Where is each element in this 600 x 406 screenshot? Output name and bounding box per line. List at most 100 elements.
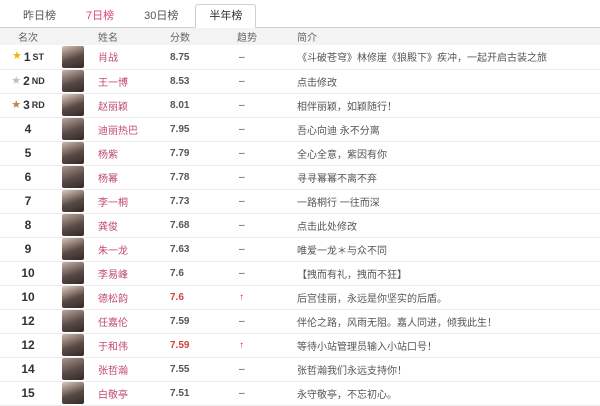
rank-cell: 15 [0, 381, 56, 405]
score-cell: 7.55 [170, 357, 237, 381]
star-name-link[interactable]: 王一博 [98, 78, 128, 89]
rank-cell: 12 [0, 309, 56, 333]
description-text: 点击此处修改 [297, 221, 357, 233]
rank-badge: 4 [25, 122, 32, 136]
score-cell: 7.73 [170, 189, 237, 213]
column-header-trend: 趋势 [237, 33, 257, 44]
star-name-link[interactable]: 德松韵 [98, 294, 128, 305]
trend-cell: – [237, 165, 297, 189]
avatar[interactable] [62, 94, 84, 116]
star-name-link[interactable]: 朱一龙 [98, 246, 128, 257]
rank-badge: 7 [25, 194, 32, 208]
star-name-link[interactable]: 杨幂 [98, 174, 118, 185]
table-row[interactable]: 12 任嘉伦 7.59 – 伴伦之路，风雨无阻。嘉人同进，倾我此生！ [0, 309, 600, 333]
desc-cell: 全心全意，紫因有你 [297, 141, 600, 165]
table-row[interactable]: 12 于和伟 7.59 ↑ 等待小站管理员输入小站口号！ [0, 333, 600, 357]
table-row[interactable]: 10 德松韵 7.6 ↑ 后宫佳丽，永远是你坚实的后盾。 [0, 285, 600, 309]
table-row[interactable]: 8 龚俊 7.68 – 点击此处修改 [0, 213, 600, 237]
avatar[interactable] [62, 262, 84, 284]
name-cell: 迪丽热巴 [98, 117, 170, 141]
table-row[interactable]: 7 李一桐 7.73 – 一路桐行 一往而深 [0, 189, 600, 213]
rank-badge: ★ 2 ND [11, 74, 45, 88]
trend-cell: – [237, 117, 297, 141]
score-value: 7.63 [170, 244, 190, 255]
avatar[interactable] [62, 382, 84, 404]
name-cell: 肖战 [98, 45, 170, 69]
avatar-cell [56, 69, 98, 93]
avatar[interactable] [62, 70, 84, 92]
avatar[interactable] [62, 334, 84, 356]
star-name-link[interactable]: 杨紫 [98, 150, 118, 161]
rank-badge: 5 [25, 146, 32, 160]
trend-flat-icon: – [239, 316, 245, 327]
table-row[interactable]: 15 白敬亭 7.51 – 永守敬亭，不忘初心。 [0, 381, 600, 405]
rank-number: 3 [23, 98, 30, 112]
star-name-link[interactable]: 李易峰 [98, 270, 128, 281]
tab-7-day[interactable]: 7日榜 [73, 5, 127, 27]
column-header-avatar [56, 28, 98, 45]
score-value: 7.6 [170, 268, 184, 279]
avatar[interactable] [62, 214, 84, 236]
table-row[interactable]: ★ 1 ST 肖战 8.75 – 《斗破苍穹》林修崖《狼殿下》疾冲，一起开启古装之旅 [0, 45, 600, 69]
trend-flat-icon: – [239, 124, 245, 135]
score-value: 7.59 [170, 316, 190, 327]
score-cell: 8.01 [170, 93, 237, 117]
table-row[interactable]: 4 迪丽热巴 7.95 – 吾心向迪 永不分离 [0, 117, 600, 141]
score-cell: 8.75 [170, 45, 237, 69]
avatar[interactable] [62, 45, 84, 68]
star-name-link[interactable]: 白敬亭 [98, 390, 128, 401]
desc-cell: 吾心向迪 永不分离 [297, 117, 600, 141]
table-row[interactable]: 6 杨幂 7.78 – 寻寻幂幂不离不弃 [0, 165, 600, 189]
tab-half-year[interactable]: 半年榜 [195, 4, 257, 28]
avatar[interactable] [62, 118, 84, 140]
desc-cell: 永守敬亭，不忘初心。 [297, 381, 600, 405]
table-row[interactable]: ★ 2 ND 王一博 8.53 – 点击修改 [0, 69, 600, 93]
description-text: 吾心向迪 永不分离 [297, 125, 380, 137]
name-cell: 朱一龙 [98, 237, 170, 261]
tab-yesterday[interactable]: 昨日榜 [10, 5, 69, 27]
avatar[interactable] [62, 238, 84, 260]
star-name-link[interactable]: 赵丽颖 [98, 102, 128, 113]
score-value: 7.55 [170, 364, 190, 375]
avatar-cell [56, 357, 98, 381]
star-name-link[interactable]: 于和伟 [98, 342, 128, 353]
trend-cell: – [237, 45, 297, 69]
trend-flat-icon: – [239, 172, 245, 183]
score-value: 8.75 [170, 51, 190, 63]
star-name-link[interactable]: 肖战 [98, 53, 118, 64]
table-row[interactable]: 14 张哲瀚 7.55 – 张哲瀚我们永远支持你！ [0, 357, 600, 381]
rank-cell: 7 [0, 189, 56, 213]
star-name-link[interactable]: 李一桐 [98, 198, 128, 209]
avatar-cell [56, 189, 98, 213]
star-name-link[interactable]: 张哲瀚 [98, 366, 128, 377]
table-row[interactable]: 5 杨紫 7.79 – 全心全意，紫因有你 [0, 141, 600, 165]
rank-cell: 5 [0, 141, 56, 165]
desc-cell: 《斗破苍穹》林修崖《狼殿下》疾冲，一起开启古装之旅 [297, 45, 600, 69]
desc-cell: 点击此处修改 [297, 213, 600, 237]
name-cell: 任嘉伦 [98, 309, 170, 333]
star-name-link[interactable]: 任嘉伦 [98, 318, 128, 329]
rank-cell: 14 [0, 357, 56, 381]
avatar[interactable] [62, 286, 84, 308]
avatar[interactable] [62, 142, 84, 164]
rank-cell: 12 [0, 333, 56, 357]
table-row[interactable]: 10 李易峰 7.6 – 【拽而有礼，拽而不狂】 [0, 261, 600, 285]
tab-30-day[interactable]: 30日榜 [131, 5, 191, 27]
avatar[interactable] [62, 358, 84, 380]
avatar[interactable] [62, 190, 84, 212]
description-text: 唯爱一龙＊与众不同 [297, 245, 387, 257]
table-row[interactable]: 9 朱一龙 7.63 – 唯爱一龙＊与众不同 [0, 237, 600, 261]
name-cell: 王一博 [98, 69, 170, 93]
star-name-link[interactable]: 迪丽热巴 [98, 126, 138, 137]
avatar-cell [56, 333, 98, 357]
star-name-link[interactable]: 龚俊 [98, 222, 118, 233]
avatar[interactable] [62, 166, 84, 188]
desc-cell: 等待小站管理员输入小站口号！ [297, 333, 600, 357]
avatar-cell [56, 165, 98, 189]
score-cell: 8.53 [170, 69, 237, 93]
rank-cell: 4 [0, 117, 56, 141]
score-value: 7.68 [170, 220, 190, 231]
table-row[interactable]: ★ 3 RD 赵丽颖 8.01 – 相伴丽颖，如颖随行！ [0, 93, 600, 117]
name-cell: 龚俊 [98, 213, 170, 237]
avatar[interactable] [62, 310, 84, 332]
